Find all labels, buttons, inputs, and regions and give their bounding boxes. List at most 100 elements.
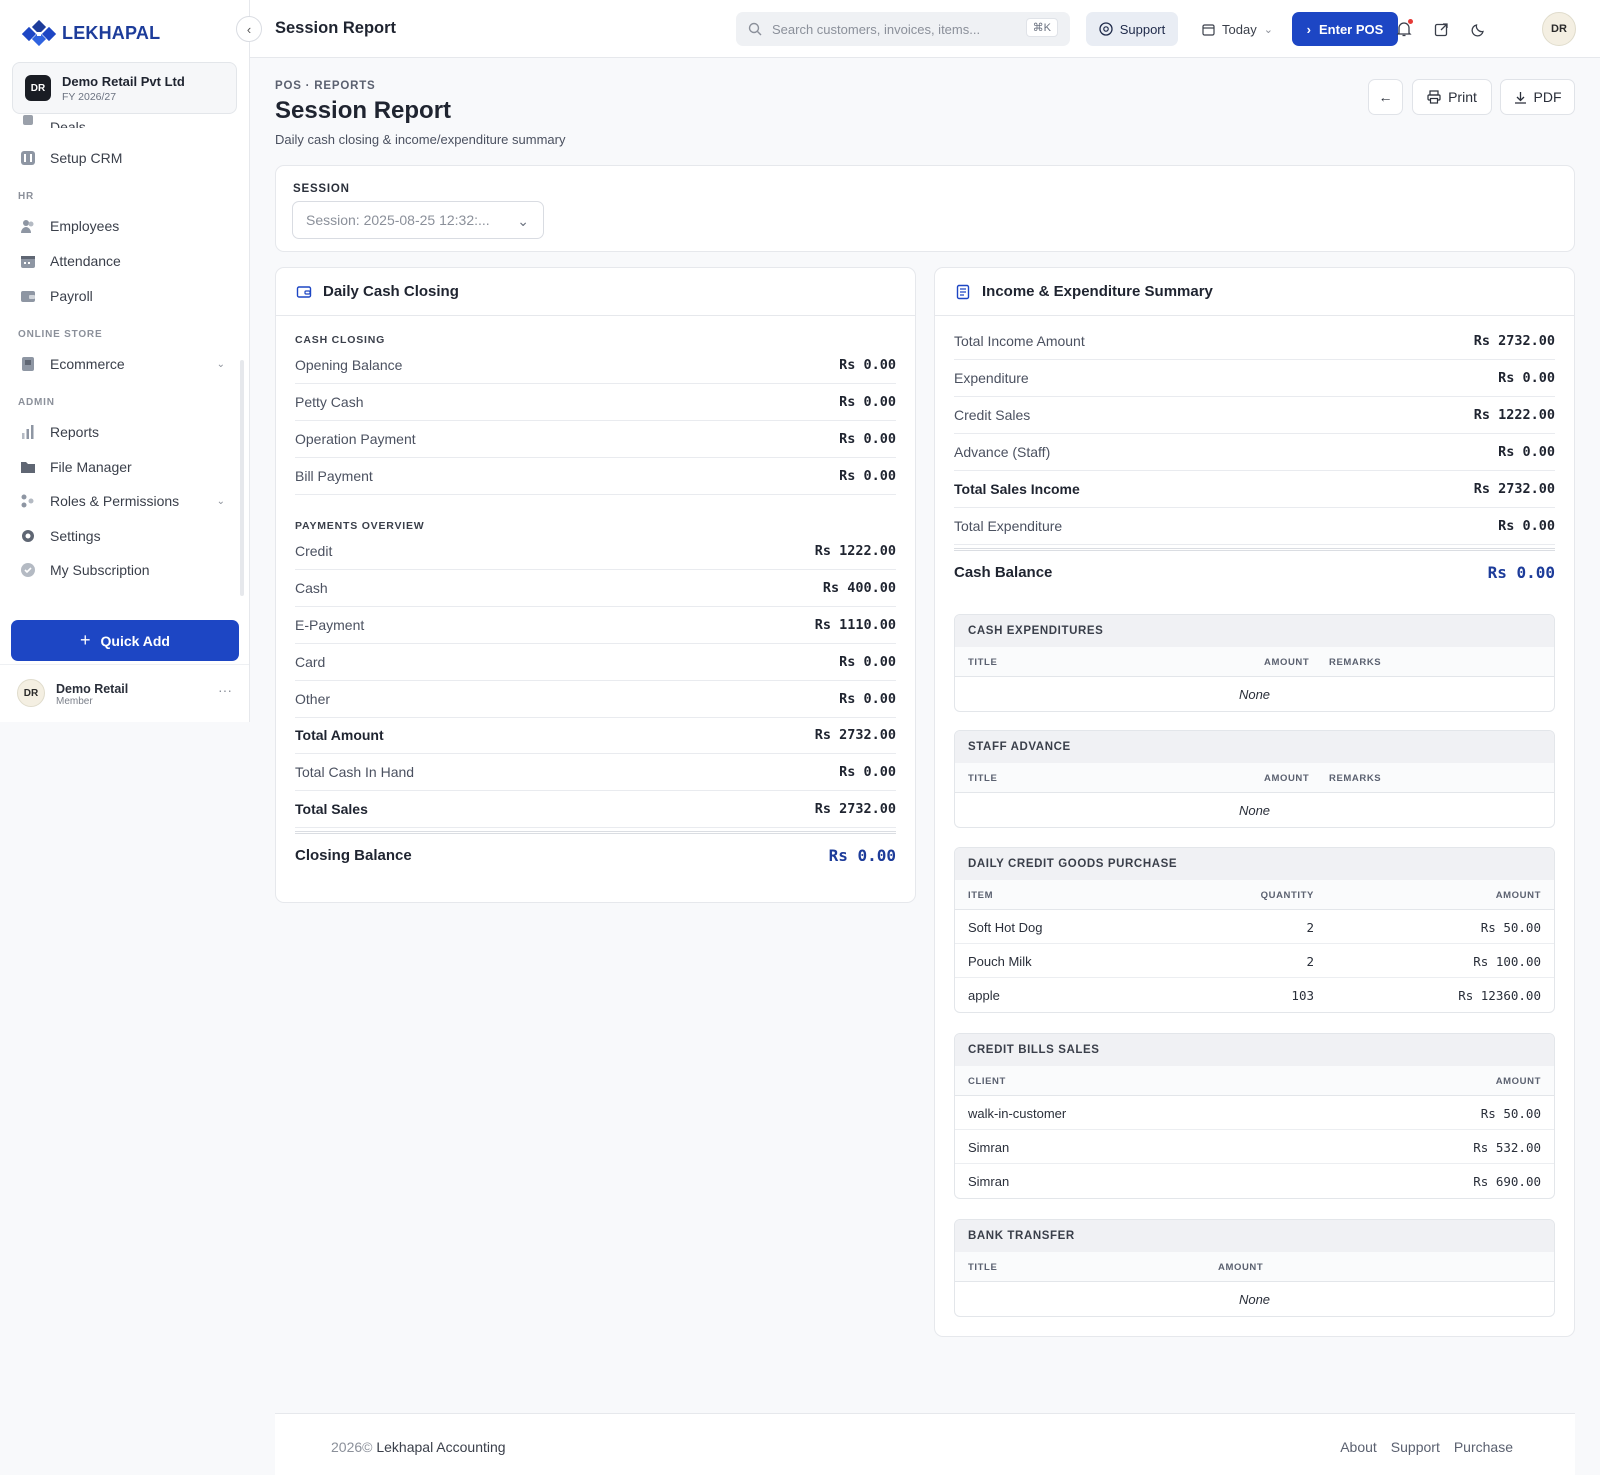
row-label: Total Sales Income <box>954 481 1080 497</box>
support-button[interactable]: Support <box>1086 12 1178 46</box>
row-value: Rs 0.00 <box>1487 563 1555 582</box>
row-label: Cash Balance <box>954 564 1053 581</box>
cash-row: Petty Cash Rs 0.00 <box>295 384 896 421</box>
row-value: Rs 1222.00 <box>1473 407 1555 423</box>
session-card: SESSION Session: 2025-08-25 12:32:... ⌄ <box>275 165 1575 252</box>
organization-switcher[interactable]: DR Demo Retail Pvt Ltd FY 2026/27 <box>12 62 237 114</box>
client-name: walk-in-customer <box>968 1106 1067 1121</box>
open-external-button[interactable] <box>1430 18 1452 40</box>
user-name: Demo Retail <box>56 682 129 696</box>
sidebar-item-deals[interactable]: Deals <box>20 114 225 128</box>
footer-link-support[interactable]: Support <box>1391 1439 1440 1455</box>
sidebar-item-reports[interactable]: Reports <box>20 424 225 440</box>
row-value: Rs 0.00 <box>839 691 896 707</box>
bank-transfer-table: BANK TRANSFER TITLE AMOUNT None <box>954 1219 1555 1317</box>
org-name: Demo Retail Pvt Ltd <box>62 73 185 89</box>
item-amount: Rs 50.00 <box>1480 920 1541 935</box>
quick-add-label: Quick Add <box>100 632 171 649</box>
summary-row: Total Sales Income Rs 2732.00 <box>954 471 1555 508</box>
row-label: E-Payment <box>295 617 365 633</box>
date-filter-dropdown[interactable]: Today ⌄ <box>1202 12 1280 46</box>
quick-add-button[interactable]: + Quick Add <box>11 620 239 661</box>
sidebar-item-ecommerce[interactable]: Ecommerce ⌄ <box>20 356 225 372</box>
sidebar-item-label: Attendance <box>50 253 121 269</box>
row-label: Other <box>295 691 331 707</box>
page-subtitle: Daily cash closing & income/expenditure … <box>275 132 566 147</box>
user-avatar-button[interactable]: DR <box>1542 12 1576 46</box>
arrow-left-icon: ← <box>1378 89 1393 105</box>
topbar: Session Report Search customers, invoice… <box>250 0 1600 58</box>
staff-advance-table: STAFF ADVANCE TITLE AMOUNT REMARKS None <box>954 730 1555 828</box>
column-header: CLIENT <box>968 1076 1006 1087</box>
sidebar-scrollbar[interactable] <box>240 360 244 596</box>
summary-row: Advance (Staff) Rs 0.00 <box>954 434 1555 471</box>
item-quantity: 2 <box>1306 954 1314 969</box>
sidebar-item-file-manager[interactable]: File Manager <box>20 459 225 475</box>
table-header: TITLE AMOUNT REMARKS <box>955 763 1554 793</box>
sidebar-item-settings[interactable]: Settings <box>20 528 225 544</box>
summary-row: Total Income Amount Rs 2732.00 <box>954 323 1555 360</box>
column-header: REMARKS <box>1329 657 1382 668</box>
badge-check-icon <box>20 562 36 578</box>
enter-pos-label: Enter POS <box>1319 21 1384 37</box>
footer-link-about[interactable]: About <box>1340 1439 1377 1455</box>
sidebar-item-roles-permissions[interactable]: Roles & Permissions ⌄ <box>20 493 225 509</box>
brand-logo[interactable]: LEKHAPAL <box>22 20 160 46</box>
summary-row: Credit Sales Rs 1222.00 <box>954 397 1555 434</box>
daily-cash-closing-card: Daily Cash Closing CASH CLOSING Opening … <box>275 267 916 903</box>
back-button[interactable]: ← <box>1368 79 1403 115</box>
pdf-button[interactable]: PDF <box>1500 79 1575 115</box>
date-filter-label: Today <box>1222 21 1257 37</box>
table-header: TITLE AMOUNT <box>955 1252 1554 1282</box>
table-row: walk-in-customer Rs 50.00 <box>955 1096 1554 1130</box>
notifications-button[interactable] <box>1393 18 1415 40</box>
item-amount: Rs 100.00 <box>1473 954 1541 969</box>
breadcrumb: POS · REPORTS <box>275 80 376 92</box>
card-title: Daily Cash Closing <box>323 283 459 300</box>
row-label: Total Amount <box>295 727 384 743</box>
enter-pos-button[interactable]: › Enter POS <box>1292 12 1398 46</box>
row-value: Rs 0.00 <box>839 431 896 447</box>
sidebar-item-attendance[interactable]: Attendance <box>20 253 225 269</box>
row-label: Cash <box>295 580 328 596</box>
download-icon <box>1514 91 1526 104</box>
row-value: Rs 0.00 <box>839 357 896 373</box>
cash-expenditures-table: CASH EXPENDITURES TITLE AMOUNT REMARKS N… <box>954 614 1555 712</box>
row-value: Rs 0.00 <box>839 394 896 410</box>
table-header: TITLE AMOUNT REMARKS <box>955 647 1554 677</box>
footer-links: About Support Purchase <box>1340 1439 1513 1455</box>
sidebar-item-setup-crm[interactable]: Setup CRM <box>20 150 225 166</box>
page-title: Session Report <box>275 97 452 124</box>
search-icon <box>748 22 762 36</box>
collapse-sidebar-button[interactable]: ‹ <box>236 16 262 42</box>
support-label: Support <box>1119 21 1166 37</box>
credit-bills-sales-table: CREDIT BILLS SALES CLIENT AMOUNT walk-in… <box>954 1033 1555 1199</box>
session-select[interactable]: Session: 2025-08-25 12:32:... ⌄ <box>292 201 544 239</box>
print-label: Print <box>1448 89 1477 105</box>
more-options-icon[interactable]: ··· <box>218 682 232 698</box>
user-profile-row[interactable]: DR Demo Retail Member ··· <box>0 664 249 722</box>
calendar-icon <box>20 253 36 269</box>
print-button[interactable]: Print <box>1412 79 1492 115</box>
calendar-icon <box>1202 23 1215 36</box>
row-label: Total Expenditure <box>954 518 1063 534</box>
row-value: Rs 0.00 <box>828 846 896 865</box>
sidebar-item-payroll[interactable]: Payroll <box>20 288 225 304</box>
sidebar-item-label: Roles & Permissions <box>50 493 180 509</box>
payment-row: Other Rs 0.00 <box>295 681 896 718</box>
chevron-right-icon: › <box>1306 21 1312 37</box>
chevron-down-icon: ⌄ <box>517 213 529 229</box>
sidebar-item-label: Setup CRM <box>50 150 123 166</box>
notification-dot <box>1408 19 1413 24</box>
item-name: Pouch Milk <box>968 954 1032 969</box>
theme-toggle-button[interactable] <box>1467 18 1489 40</box>
footer-link-purchase[interactable]: Purchase <box>1454 1439 1513 1455</box>
row-label: Closing Balance <box>295 847 412 864</box>
item-amount: Rs 12360.00 <box>1458 988 1541 1003</box>
row-value: Rs 0.00 <box>839 468 896 484</box>
plus-icon: + <box>79 630 91 650</box>
sidebar-item-employees[interactable]: Employees <box>20 218 225 234</box>
sidebar-item-my-subscription[interactable]: My Subscription <box>20 562 225 578</box>
row-value: Rs 0.00 <box>839 764 896 780</box>
search-input[interactable]: Search customers, invoices, items... ⌘K <box>736 12 1070 46</box>
